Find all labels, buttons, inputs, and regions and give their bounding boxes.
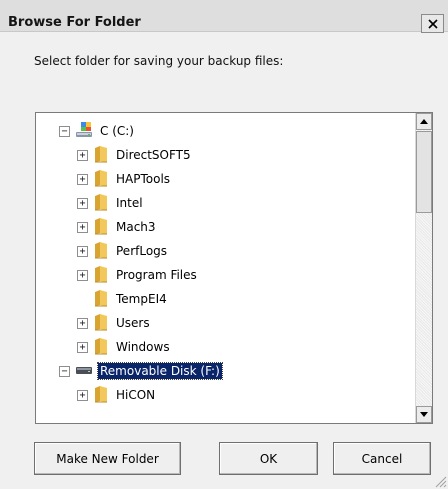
folder-icon: [93, 313, 109, 334]
make-new-folder-button[interactable]: Make New Folder: [34, 442, 181, 475]
tree-item[interactable]: TempEI4: [77, 287, 169, 311]
scroll-down-button[interactable]: [416, 406, 432, 423]
tree-item[interactable]: + Program Files: [77, 263, 199, 287]
tree-item[interactable]: + PerfLogs: [77, 239, 169, 263]
folder-icon: [93, 193, 109, 214]
expand-icon[interactable]: +: [77, 317, 88, 329]
close-icon: [427, 18, 438, 29]
tree-item[interactable]: + Users: [77, 311, 152, 335]
instruction-text: Select folder for saving your backup fil…: [34, 54, 284, 68]
tree-item[interactable]: + Intel: [77, 191, 145, 215]
tree-item-label[interactable]: C (C:): [98, 123, 136, 139]
title-bar[interactable]: Browse For Folder: [0, 0, 448, 33]
folder-icon: [93, 289, 109, 310]
removable-disk-icon: [75, 364, 93, 379]
scroll-thumb[interactable]: [416, 131, 432, 213]
cancel-button[interactable]: Cancel: [333, 442, 431, 475]
tree-item-label[interactable]: Program Files: [114, 267, 199, 283]
folder-icon: [93, 241, 109, 262]
tree-item-label[interactable]: Mach3: [114, 219, 158, 235]
tree-item-label[interactable]: Intel: [114, 195, 145, 211]
ok-button[interactable]: OK: [219, 442, 318, 475]
folder-icon: [93, 337, 109, 358]
ok-label: OK: [259, 451, 278, 466]
expand-icon[interactable]: +: [77, 221, 88, 233]
expand-icon[interactable]: +: [77, 341, 88, 353]
tree-item-label[interactable]: Windows: [114, 339, 172, 355]
close-button[interactable]: [421, 14, 444, 33]
folder-icon: [93, 265, 109, 286]
tree-item-label[interactable]: HiCON: [114, 387, 157, 403]
tree-item-label[interactable]: Removable Disk (F:): [97, 362, 223, 380]
folder-tree[interactable]: − C (C:) + DirectSOFT5 + HAPTools + Intel + Mach3…: [35, 112, 433, 424]
collapse-icon[interactable]: −: [59, 125, 70, 137]
scroll-up-button[interactable]: [416, 113, 432, 130]
arrow-up-icon: [420, 119, 428, 124]
tree-item[interactable]: − Removable Disk (F:): [59, 359, 223, 383]
make-new-folder-label: Make New Folder: [56, 451, 159, 466]
folder-icon: [93, 217, 109, 238]
browse-for-folder-dialog: Browse For Folder Select folder for savi…: [0, 0, 448, 489]
folder-tree-content: − C (C:) + DirectSOFT5 + HAPTools + Intel + Mach3…: [36, 113, 415, 423]
cancel-label: Cancel: [361, 451, 403, 466]
tree-item-label[interactable]: HAPTools: [114, 171, 172, 187]
vertical-scrollbar[interactable]: [415, 113, 432, 423]
folder-icon: [93, 145, 109, 166]
expand-icon[interactable]: +: [77, 197, 88, 209]
expand-icon[interactable]: +: [77, 173, 88, 185]
folder-icon: [93, 169, 109, 190]
collapse-icon[interactable]: −: [59, 365, 70, 377]
arrow-down-icon: [420, 412, 428, 417]
expand-icon[interactable]: +: [77, 149, 88, 161]
tree-item[interactable]: + Windows: [77, 335, 172, 359]
tree-item[interactable]: + Mach3: [77, 215, 158, 239]
drive-icon: [75, 121, 93, 141]
expand-icon[interactable]: +: [77, 245, 88, 257]
resize-grip-icon[interactable]: [433, 474, 447, 488]
tree-item-label[interactable]: DirectSOFT5: [114, 147, 193, 163]
folder-icon: [93, 385, 109, 406]
tree-item-label[interactable]: Users: [114, 315, 152, 331]
tree-item-label[interactable]: TempEI4: [114, 291, 169, 307]
tree-item[interactable]: − C (C:): [59, 119, 136, 143]
tree-item[interactable]: + HiCON: [77, 383, 157, 407]
tree-item-label[interactable]: PerfLogs: [114, 243, 169, 259]
tree-item[interactable]: + DirectSOFT5: [77, 143, 193, 167]
window-title: Browse For Folder: [8, 15, 141, 30]
expand-icon[interactable]: +: [77, 389, 88, 401]
expand-icon[interactable]: +: [77, 269, 88, 281]
tree-item[interactable]: + HAPTools: [77, 167, 172, 191]
